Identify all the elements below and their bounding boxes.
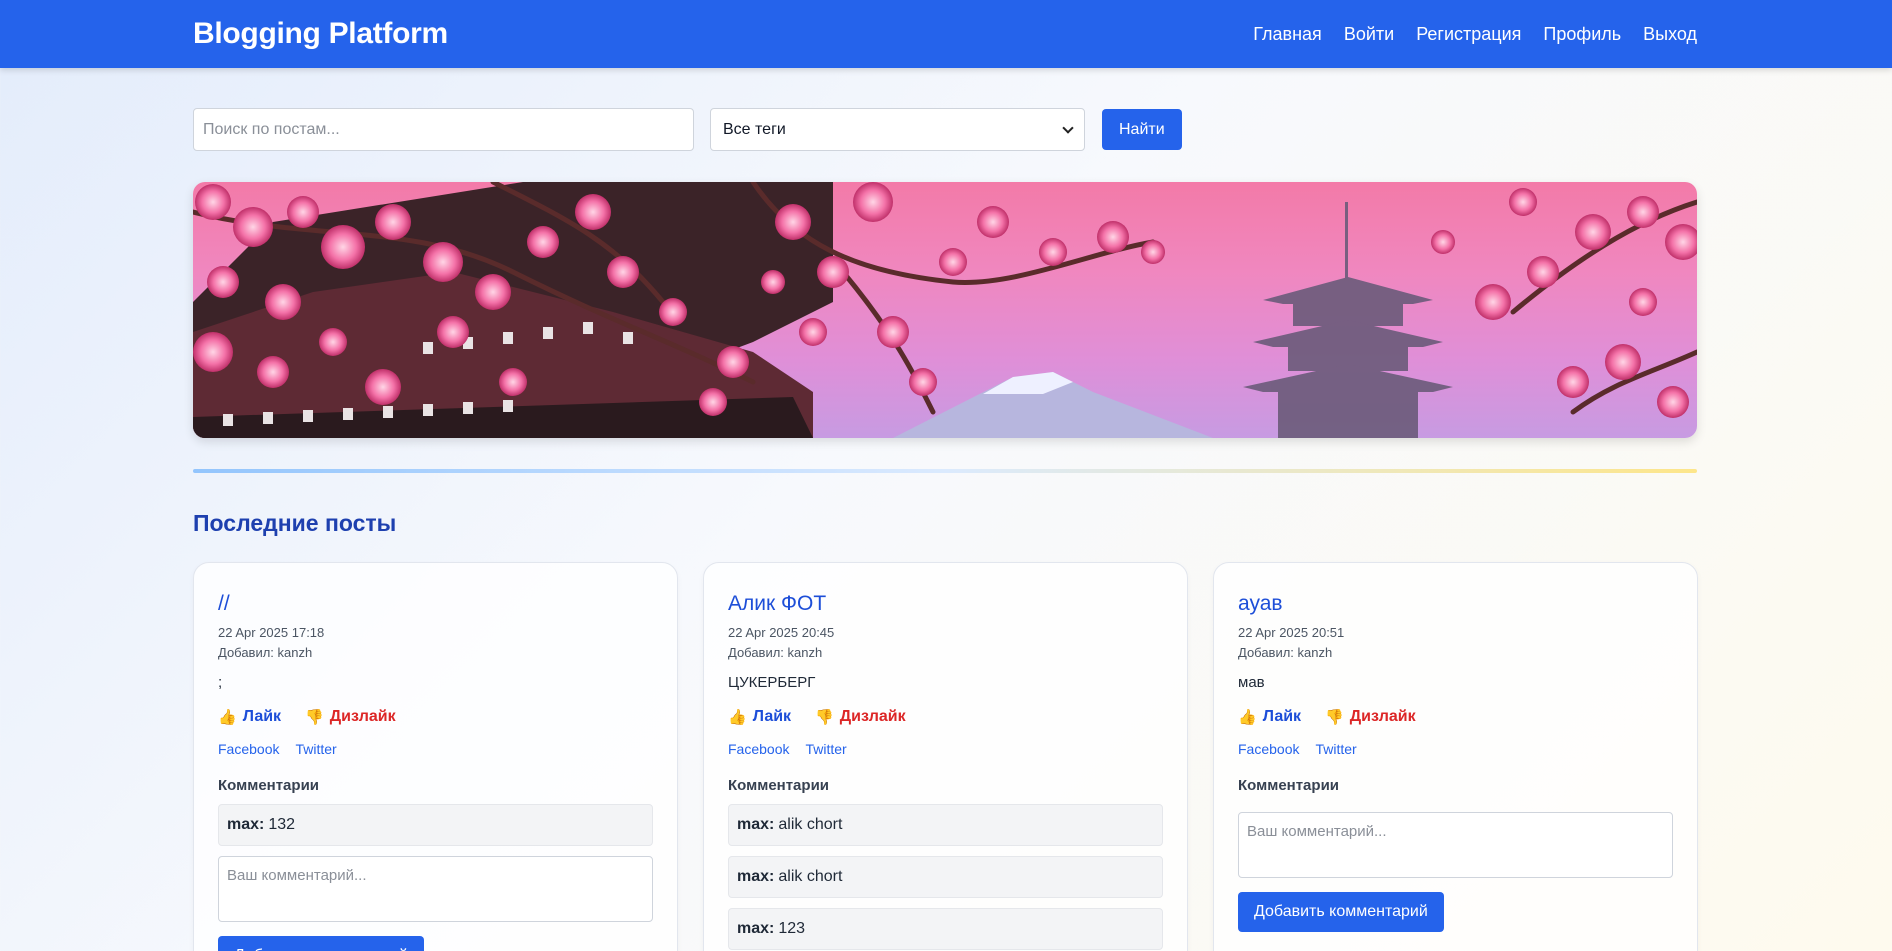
hero-banner [193,182,1697,438]
like-label: Лайк [242,708,282,725]
post-body: ; [218,674,223,691]
dislike-label: Дизлайк [1349,708,1416,725]
post-date: 22 Apr 2025 17:18 [218,625,325,640]
dislike-button[interactable]: 👎 Дизлайк [815,708,906,726]
share-links: Facebook Twitter [218,741,653,757]
post-author: Добавил: kanzh [218,645,313,660]
thumbs-up-icon: 👍 [728,709,747,726]
comment-author: max: [737,816,775,833]
nav-links: Главная Войти Регистрация Профиль Выход [1253,24,1697,45]
post-author: Добавил: kanzh [728,645,823,660]
share-links: Facebook Twitter [728,741,1163,757]
chevron-down-icon [1062,121,1074,134]
thumbs-down-icon: 👎 [815,709,834,726]
reactions: 👍 Лайк 👎 Дизлайк [218,708,653,726]
comment-input[interactable] [218,856,653,922]
comment-item: max: alik chort [728,856,1163,898]
comment-text: 123 [778,920,806,937]
reactions: 👍 Лайк 👎 Дизлайк [1238,708,1673,726]
post-title[interactable]: Алик ФОТ [728,591,1163,617]
share-twitter-link[interactable]: Twitter [295,741,336,757]
posts-grid: // 22 Apr 2025 17:18 Добавил: kanzh ; 👍 Л… [193,562,1698,951]
post-body: мав [1238,674,1265,691]
add-comment-button[interactable]: Добавить комментарий [218,936,424,951]
section-divider [193,469,1697,473]
share-facebook-link[interactable]: Facebook [218,741,279,757]
comment-author: max: [737,920,775,937]
thumbs-down-icon: 👎 [305,709,324,726]
search-input[interactable] [193,108,694,151]
comment-text: alik chort [778,816,843,833]
share-links: Facebook Twitter [1238,741,1673,757]
comments-heading: Комментарии [1238,777,1340,794]
comment-text: alik chort [778,868,843,885]
dislike-label: Дизлайк [329,708,396,725]
post-body: ЦУКЕРБЕРГ [728,674,816,691]
reactions: 👍 Лайк 👎 Дизлайк [728,708,1163,726]
comment-item: max: 132 [218,804,653,846]
dislike-button[interactable]: 👎 Дизлайк [1325,708,1416,726]
comment-text: 132 [268,816,296,833]
post-card: Алик ФОТ 22 Apr 2025 20:45 Добавил: kanz… [703,562,1188,951]
like-label: Лайк [752,708,792,725]
share-facebook-link[interactable]: Facebook [1238,741,1299,757]
nav-register[interactable]: Регистрация [1416,24,1521,45]
post-author: Добавил: kanzh [1238,645,1333,660]
nav-profile[interactable]: Профиль [1543,24,1621,45]
search-button[interactable]: Найти [1102,109,1182,150]
comment-input[interactable] [1238,812,1673,878]
thumbs-up-icon: 👍 [1238,709,1257,726]
add-comment-button[interactable]: Добавить комментарий [1238,892,1444,932]
post-date: 22 Apr 2025 20:45 [728,625,835,640]
share-twitter-link[interactable]: Twitter [1315,741,1356,757]
tag-select-value: Все теги [723,120,786,138]
share-facebook-link[interactable]: Facebook [728,741,789,757]
post-title[interactable]: // [218,591,653,617]
nav-login[interactable]: Войти [1344,24,1394,45]
section-title: Последние посты [193,510,397,536]
nav-logout[interactable]: Выход [1643,24,1697,45]
comments-heading: Комментарии [728,777,830,794]
tag-select[interactable]: Все теги [710,108,1085,151]
like-button[interactable]: 👍 Лайк [1238,708,1301,726]
like-button[interactable]: 👍 Лайк [218,708,281,726]
comment-item: max: alik chort [728,804,1163,846]
navbar: Blogging Platform Главная Войти Регистра… [0,0,1892,68]
nav-home[interactable]: Главная [1253,24,1322,45]
post-date: 22 Apr 2025 20:51 [1238,625,1345,640]
comments-heading: Комментарии [218,777,320,794]
like-button[interactable]: 👍 Лайк [728,708,791,726]
post-title[interactable]: ауав [1238,591,1673,617]
comment-author: max: [227,816,265,833]
brand-logo[interactable]: Blogging Platform [193,17,448,51]
post-card: // 22 Apr 2025 17:18 Добавил: kanzh ; 👍 Л… [193,562,678,951]
dislike-label: Дизлайк [839,708,906,725]
share-twitter-link[interactable]: Twitter [805,741,846,757]
thumbs-down-icon: 👎 [1325,709,1344,726]
thumbs-up-icon: 👍 [218,709,237,726]
comment-item: max: 123 [728,908,1163,950]
post-card: ауав 22 Apr 2025 20:51 Добавил: kanzh ма… [1213,562,1698,951]
cherry-blossom-pagoda-image [193,182,1697,438]
comment-author: max: [737,868,775,885]
like-label: Лайк [1262,708,1302,725]
search-bar: Все теги Найти [193,108,1182,151]
dislike-button[interactable]: 👎 Дизлайк [305,708,396,726]
